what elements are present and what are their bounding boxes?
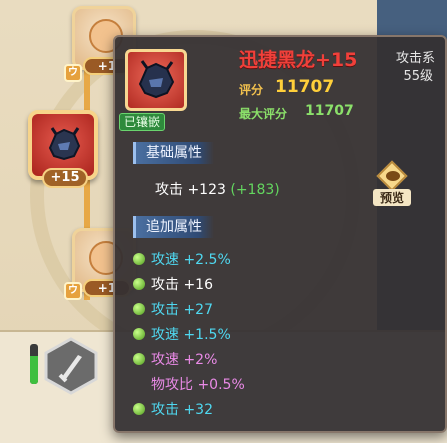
equipment-level-badge: +15 bbox=[42, 168, 88, 188]
extra-attribute-text: 攻击 +32 bbox=[151, 402, 213, 418]
extra-attribute-row: 攻击 +27 bbox=[133, 300, 213, 320]
max-score-label: 最大评分 bbox=[239, 107, 288, 121]
extra-attribute-row: 攻速 +1.5% bbox=[133, 325, 231, 345]
item-tooltip: 已镶嵌 迅捷黑龙+15 攻击系 55级 评分 11707 最大评分 11707 … bbox=[113, 35, 447, 433]
extra-attribute-row: 攻击 +16 bbox=[133, 275, 213, 295]
green-orb-icon bbox=[133, 353, 145, 365]
score-label: 评分 bbox=[239, 83, 264, 97]
dragon-helmet-icon bbox=[48, 127, 81, 161]
preview-label: 预览 bbox=[373, 189, 411, 206]
equipment-slot-helmet[interactable]: +15 bbox=[28, 110, 98, 188]
extra-attribute-text: 攻速 +1.5% bbox=[151, 327, 231, 343]
max-score-value: 11707 bbox=[305, 103, 354, 119]
base-attribute-row: 攻击 +123 (+183) bbox=[155, 179, 280, 199]
extra-attribute-text: 攻速 +2.5% bbox=[151, 252, 231, 268]
green-orb-icon bbox=[133, 303, 145, 315]
base-attribute-bonus: (+183) bbox=[230, 182, 280, 198]
extra-attribute-text: 攻击 +27 bbox=[151, 302, 213, 318]
item-name: 迅捷黑龙+15 bbox=[239, 49, 358, 71]
dragon-helmet-icon bbox=[138, 60, 175, 99]
extra-attribute-text: 攻击 +16 bbox=[151, 277, 213, 293]
item-category: 攻击系 bbox=[395, 51, 435, 66]
green-orb-icon bbox=[133, 403, 145, 415]
extra-attribute-row: 物攻比 +0.5% bbox=[133, 375, 245, 395]
extra-attributes-header: 追加属性 bbox=[133, 216, 214, 238]
green-orb-icon bbox=[133, 253, 145, 265]
rune-token-icon: ウ bbox=[64, 282, 82, 300]
extra-attribute-row: 攻速 +2.5% bbox=[133, 250, 231, 270]
extra-attribute-text: 物攻比 +0.5% bbox=[151, 377, 245, 393]
green-orb-icon bbox=[133, 328, 145, 340]
extra-attribute-row: 攻击 +32 bbox=[133, 400, 213, 420]
required-level: 55级 bbox=[403, 69, 433, 84]
equipped-badge: 已镶嵌 bbox=[119, 113, 166, 131]
extra-attribute-text: 攻速 +2% bbox=[151, 352, 218, 368]
green-orb-icon bbox=[133, 278, 145, 290]
extra-attribute-row: 攻速 +2% bbox=[133, 350, 217, 370]
preview-button[interactable]: 预览 bbox=[373, 160, 411, 206]
sword-hexagon-icon[interactable] bbox=[42, 337, 100, 395]
base-attribute-text: 攻击 +123 bbox=[155, 182, 231, 198]
base-attributes-header: 基础属性 bbox=[133, 142, 214, 164]
durability-bar bbox=[30, 344, 38, 384]
score-value: 11707 bbox=[275, 77, 335, 97]
eye-icon bbox=[386, 171, 400, 181]
rune-token-icon: ウ bbox=[64, 64, 82, 82]
item-icon-frame bbox=[125, 49, 187, 111]
